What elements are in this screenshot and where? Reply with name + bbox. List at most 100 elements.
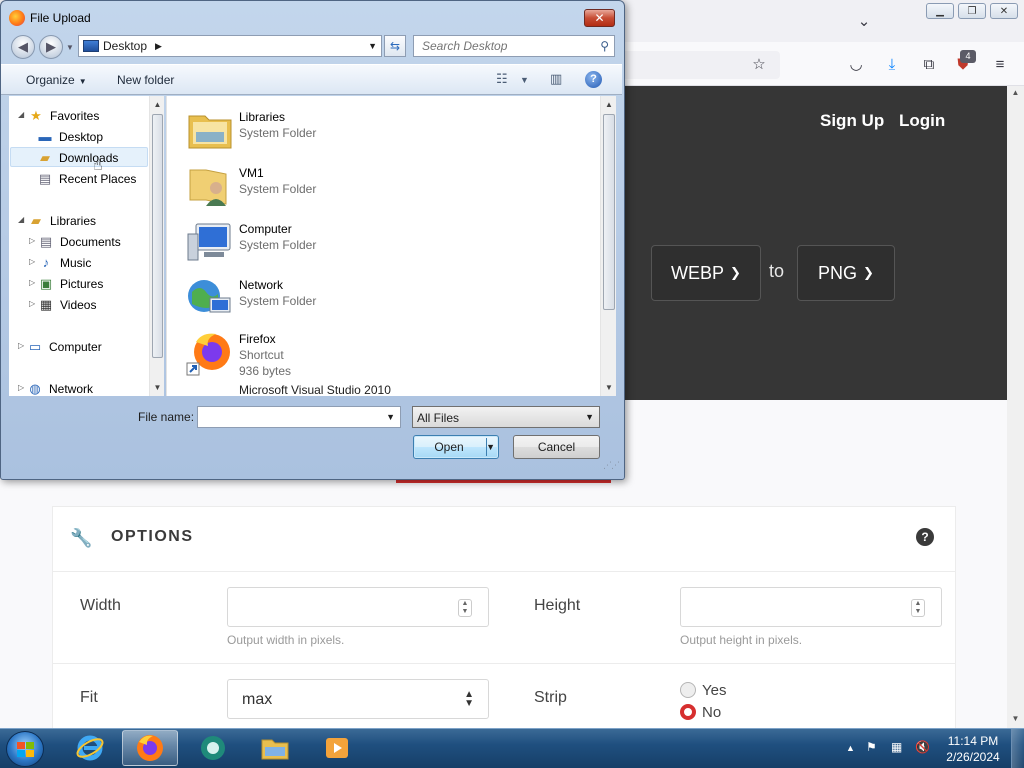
collapsed-triangle-icon[interactable]: ▷ xyxy=(29,257,35,266)
organize-menu[interactable]: Organize ▼ xyxy=(26,73,87,87)
address-location[interactable]: Desktop xyxy=(103,39,147,53)
list-all-tabs-icon[interactable]: ⌄ xyxy=(853,10,875,32)
nav-item-libraries[interactable]: ▰ Libraries xyxy=(28,211,96,230)
network-tray-icon[interactable]: ▦ xyxy=(891,740,902,754)
scroll-up-arrow-icon[interactable]: ▲ xyxy=(1007,88,1024,97)
list-item[interactable]: Computer System Folder xyxy=(186,216,586,268)
width-hint: Output width in pixels. xyxy=(227,633,345,647)
address-bar[interactable]: Desktop ▶ ▼ xyxy=(78,35,382,57)
file-type-filter[interactable]: All Files ▼ xyxy=(412,406,600,428)
close-window-button[interactable]: ✕ xyxy=(990,3,1018,19)
nav-item-network[interactable]: ◍ Network xyxy=(27,379,93,398)
width-input[interactable]: ▲ ▼ xyxy=(227,587,489,627)
search-icon[interactable]: ⚲ xyxy=(600,39,609,53)
nav-item-desktop[interactable]: ▬ Desktop xyxy=(37,127,104,146)
volume-muted-icon[interactable]: 🔇 xyxy=(915,740,930,754)
file-name-field[interactable]: ▼ xyxy=(197,406,401,428)
collapsed-triangle-icon[interactable]: ▷ xyxy=(18,341,24,350)
nav-item-computer[interactable]: ▭ Computer xyxy=(27,337,102,356)
fit-select[interactable]: max ▲ ▼ xyxy=(227,679,489,719)
nav-item-music[interactable]: ♪ Music xyxy=(38,253,92,272)
scroll-down-arrow-icon[interactable]: ▼ xyxy=(601,383,617,392)
scroll-thumb[interactable] xyxy=(603,114,615,310)
downloads-icon[interactable]: ⤓ xyxy=(881,53,903,75)
width-spinner-icon[interactable]: ▲ ▼ xyxy=(458,599,472,617)
page-scrollbar[interactable]: ▲ ▼ xyxy=(1007,86,1024,728)
file-list-scrollbar[interactable]: ▲ ▼ xyxy=(600,96,616,396)
internet-explorer-taskbar-button[interactable] xyxy=(62,730,118,766)
list-item[interactable]: Network System Folder xyxy=(186,272,586,324)
search-input[interactable] xyxy=(414,36,584,56)
nav-item-recent-places[interactable]: ▤ Recent Places xyxy=(37,169,137,188)
address-dropdown-icon[interactable]: ▼ xyxy=(368,41,377,51)
breadcrumb-arrow-icon[interactable]: ▶ xyxy=(155,41,162,52)
pocket-icon[interactable]: ◡ xyxy=(845,53,867,75)
expanded-triangle-icon[interactable]: ◢ xyxy=(18,215,24,224)
system-clock[interactable]: 11:14 PM 2/26/2024 xyxy=(940,733,1006,765)
scroll-thumb[interactable] xyxy=(152,114,163,358)
strip-yes-label[interactable]: Yes xyxy=(702,682,726,699)
minimize-button[interactable]: ▁ xyxy=(926,3,954,19)
cancel-button[interactable]: Cancel xyxy=(513,435,600,459)
nav-item-pictures[interactable]: ▣ Pictures xyxy=(38,274,104,293)
nav-item-documents[interactable]: ▤ Documents xyxy=(38,232,121,251)
chevron-down-icon[interactable]: ▼ xyxy=(386,412,395,422)
scroll-up-arrow-icon[interactable]: ▲ xyxy=(150,100,165,109)
app-taskbar-button[interactable] xyxy=(185,730,241,766)
login-link[interactable]: Login xyxy=(899,111,945,131)
new-folder-button[interactable]: New folder xyxy=(117,73,174,87)
nav-item-downloads[interactable]: ▰ Downloads xyxy=(37,148,118,167)
refresh-icon[interactable]: ⇆ xyxy=(384,35,406,57)
extensions-icon[interactable]: ⧉ xyxy=(918,53,940,75)
height-spinner-icon[interactable]: ▲ ▼ xyxy=(911,599,925,617)
preview-pane-icon[interactable]: ▥ xyxy=(550,71,562,87)
nav-item-videos[interactable]: ▦ Videos xyxy=(38,295,97,314)
help-icon[interactable]: ? xyxy=(916,528,934,546)
menu-icon[interactable]: ≡ xyxy=(989,53,1011,75)
firefox-taskbar-button[interactable] xyxy=(122,730,178,766)
nav-pane-scrollbar[interactable]: ▲ ▼ xyxy=(149,96,164,396)
from-format-dropdown[interactable]: WEBP ❯ xyxy=(651,245,761,301)
list-item[interactable]: Firefox Shortcut 936 bytes xyxy=(186,326,586,378)
collapsed-triangle-icon[interactable]: ▷ xyxy=(29,236,35,245)
to-format-dropdown[interactable]: PNG ❯ xyxy=(797,245,895,301)
help-icon[interactable]: ? xyxy=(585,71,602,88)
strip-no-label[interactable]: No xyxy=(702,704,721,721)
back-button[interactable]: ◀ xyxy=(11,35,35,59)
forward-button[interactable]: ▶ xyxy=(39,35,63,59)
list-item[interactable]: Microsoft Visual Studio 2010 xyxy=(186,382,598,396)
restore-button[interactable]: ❐ xyxy=(958,3,986,19)
bookmark-star-icon[interactable]: ☆ xyxy=(748,53,770,75)
list-item[interactable]: Libraries System Folder xyxy=(186,104,586,156)
nav-item-favorites[interactable]: ★ Favorites xyxy=(28,106,99,125)
expanded-triangle-icon[interactable]: ◢ xyxy=(18,110,24,119)
nav-label: Recent Places xyxy=(59,171,137,186)
sign-up-link[interactable]: Sign Up xyxy=(820,111,884,131)
show-hidden-icons-icon[interactable]: ▲ xyxy=(846,743,855,753)
list-item[interactable]: VM1 System Folder xyxy=(186,160,586,212)
search-box[interactable]: ⚲ xyxy=(413,35,615,57)
explorer-taskbar-button[interactable] xyxy=(247,730,303,766)
action-center-flag-icon[interactable]: ⚑ xyxy=(866,740,877,754)
show-desktop-button[interactable] xyxy=(1011,729,1024,768)
file-type: System Folder xyxy=(239,238,317,252)
height-input[interactable]: ▲ ▼ xyxy=(680,587,942,627)
open-options-dropdown-icon[interactable]: ▼ xyxy=(486,442,495,452)
open-button[interactable]: Open ▼ xyxy=(413,435,499,459)
resize-grip-icon[interactable]: ⋰⋰ xyxy=(603,460,620,471)
strip-no-radio[interactable] xyxy=(680,704,696,720)
dialog-close-button[interactable]: ✕ xyxy=(584,9,615,27)
collapsed-triangle-icon[interactable]: ▷ xyxy=(29,278,35,287)
strip-yes-radio[interactable] xyxy=(680,682,696,698)
collapsed-triangle-icon[interactable]: ▷ xyxy=(29,299,35,308)
collapsed-triangle-icon[interactable]: ▷ xyxy=(18,383,24,392)
recent-pages-icon[interactable]: ▼ xyxy=(66,43,74,52)
view-options-dropdown-icon[interactable]: ▼ xyxy=(520,75,529,85)
start-button[interactable] xyxy=(6,731,44,767)
scroll-up-arrow-icon[interactable]: ▲ xyxy=(601,100,617,109)
scroll-down-arrow-icon[interactable]: ▼ xyxy=(150,383,165,392)
scroll-down-arrow-icon[interactable]: ▼ xyxy=(1007,714,1024,723)
media-player-taskbar-button[interactable] xyxy=(309,730,365,766)
change-view-icon[interactable]: ☷ xyxy=(496,71,508,87)
file-name-input[interactable] xyxy=(198,407,378,427)
